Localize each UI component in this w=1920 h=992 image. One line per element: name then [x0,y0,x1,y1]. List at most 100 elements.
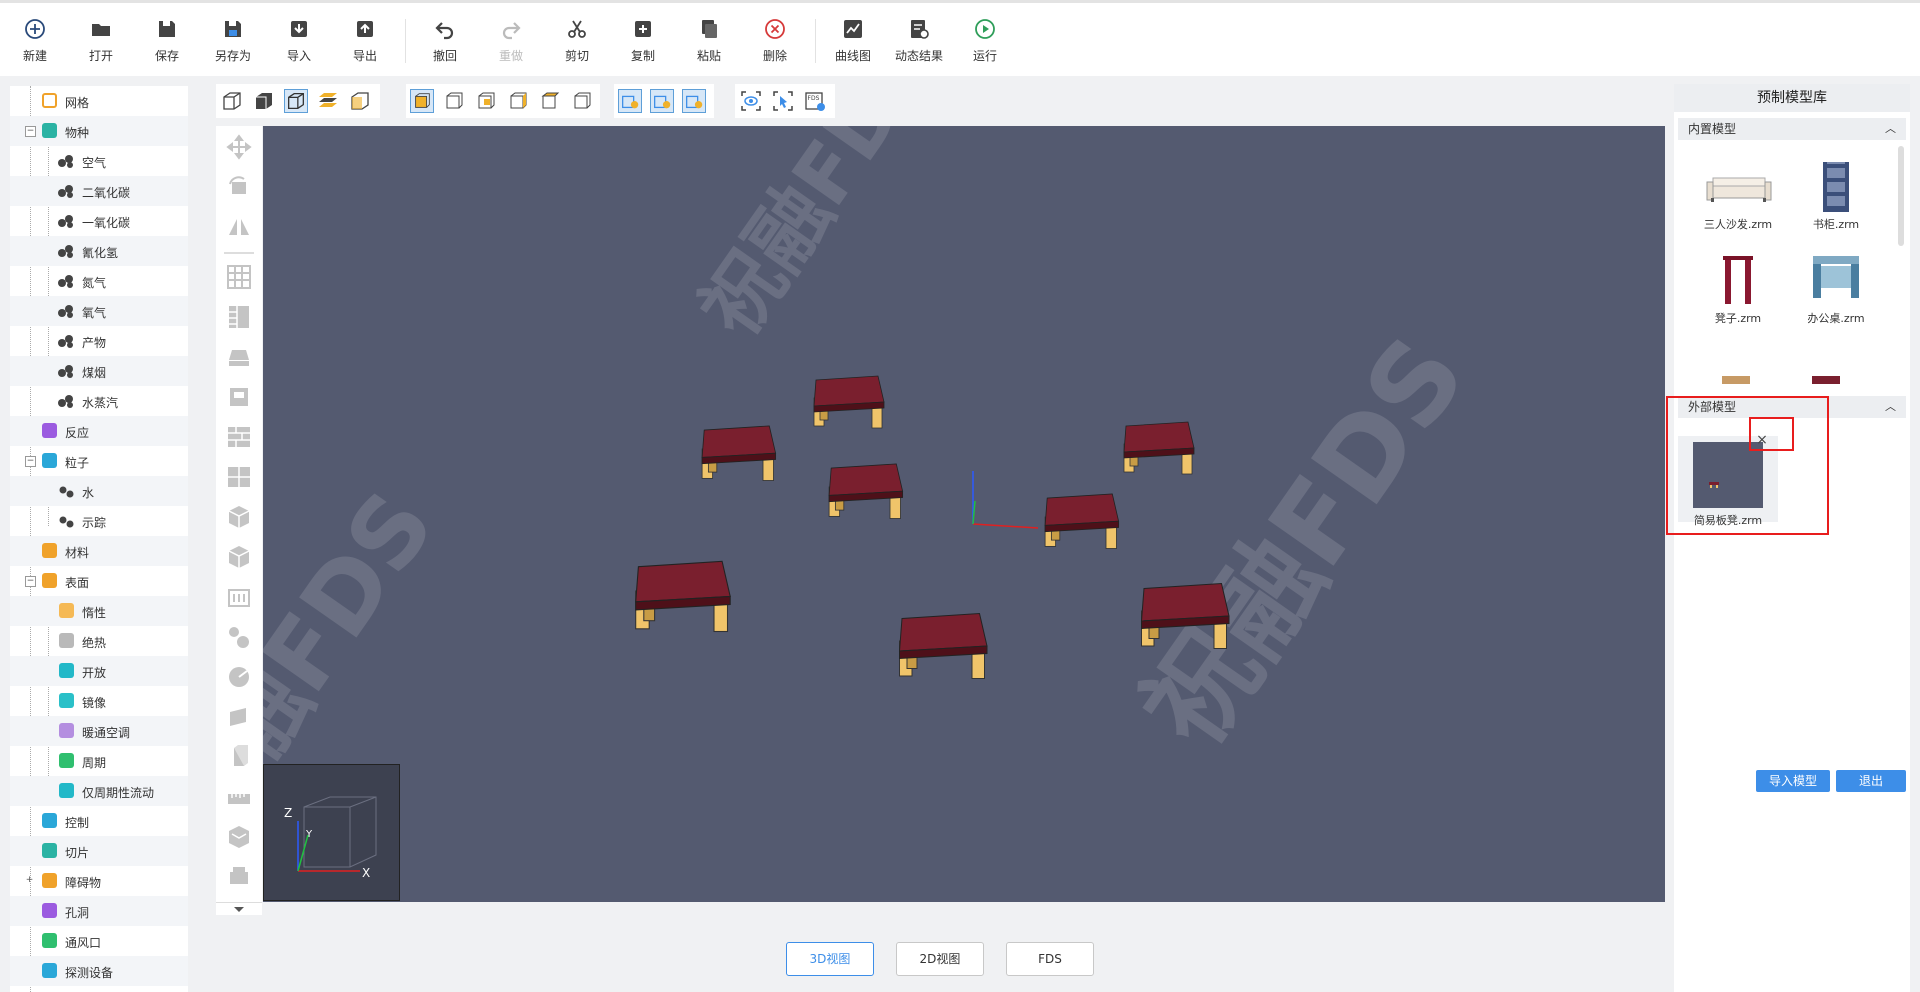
paste-button[interactable]: 粘贴 [677,17,741,64]
dynamic-result-button[interactable]: 动态结果 [887,17,951,64]
save-button[interactable]: 保存 [135,17,199,64]
solid-cube-icon[interactable] [252,89,276,113]
hole-box-icon[interactable] [224,542,254,572]
new-button[interactable]: 新建 [3,17,67,64]
tree-item-slice[interactable]: 切片 [10,836,188,866]
eye-frame-icon[interactable] [739,89,763,113]
tree-item-hole[interactable]: 孔洞 [10,896,188,926]
tree-item-open[interactable]: 开放 [10,656,188,686]
curve-chart-button[interactable]: 曲线图 [821,17,885,64]
undo-button[interactable]: 撤回 [413,17,477,64]
exit-button[interactable]: 退出 [1836,770,1906,792]
tree-item-species[interactable]: − 物种 [10,116,188,146]
stool-model[interactable] [899,613,988,679]
crate-tool-icon[interactable] [224,822,254,852]
collapse-icon[interactable]: − [25,456,36,467]
orientation-gizmo[interactable]: Z X Y [263,764,400,901]
tree-item-material[interactable]: 材料 [10,536,188,566]
tree-item-products[interactable]: 产物 [10,326,188,356]
back-view-icon[interactable] [442,89,466,113]
particles-tool-icon[interactable] [224,622,254,652]
redo-button[interactable]: 重做 [479,17,543,64]
tree-item-hvac[interactable]: 暖通空调 [10,716,188,746]
tree-item-control[interactable]: 控制 [10,806,188,836]
viewport-3d[interactable]: 祝融FDS 祝融FDS 祝融FDS [263,126,1665,902]
tree-item-mirror[interactable]: 镜像 [10,686,188,716]
import-button[interactable]: 导入 [267,17,331,64]
builtin-scrollbar[interactable] [1898,146,1904,246]
copy-button[interactable]: 复制 [611,17,675,64]
tab-3d-view[interactable]: 3D视图 [786,942,874,976]
bottom-view-icon[interactable] [570,89,594,113]
stool-model[interactable] [701,425,777,481]
open-button[interactable]: 打开 [69,17,133,64]
model-card-bookcase[interactable]: 书柜.zrm [1790,162,1882,232]
tree-item-water[interactable]: 水 [10,476,188,506]
save-as-button[interactable]: 另存为 [201,17,265,64]
rotate-icon[interactable] [224,172,254,202]
stool-model[interactable] [813,375,885,429]
tree-item-vent[interactable]: 通风口 [10,926,188,956]
fds-file-icon[interactable]: FDS [803,89,827,113]
stool-model[interactable] [828,463,904,519]
mirror-icon[interactable] [224,212,254,242]
delete-button[interactable]: 删除 [743,17,807,64]
move-icon[interactable] [224,132,254,162]
tree-item-tracer[interactable]: 示踪 [10,506,188,536]
layered-cube-icon[interactable] [316,89,340,113]
tree-item-inert[interactable]: 惰性 [10,596,188,626]
stool-model[interactable] [1141,583,1230,649]
tree-item-air[interactable]: 空气 [10,146,188,176]
light-cube-outline-icon[interactable] [682,89,706,113]
tree-item-mesh[interactable]: 网格 [10,86,188,116]
collapse-icon[interactable]: − [25,126,36,137]
tree-item-adiabatic[interactable]: 绝热 [10,626,188,656]
window-tool-icon[interactable] [224,462,254,492]
tab-2d-view[interactable]: 2D视图 [896,942,984,976]
tree-item-periodic[interactable]: 周期 [10,746,188,776]
expand-icon[interactable]: + [25,876,34,885]
cut-button[interactable]: 剪切 [545,17,609,64]
tree-item-soot[interactable]: 煤烟 [10,356,188,386]
run-button[interactable]: 运行 [953,17,1017,64]
tree-item-co2[interactable]: 二氧化碳 [10,176,188,206]
tree-item-obstruction[interactable]: + 障碍物 [10,866,188,896]
stool-model[interactable] [1123,421,1195,475]
wireframe-cube-icon[interactable] [220,89,244,113]
select-frame-icon[interactable] [771,89,795,113]
light-cube-icon[interactable] [618,89,642,113]
printer-tool-icon[interactable] [224,862,254,892]
slab-tool-icon[interactable] [224,342,254,372]
builtin-section-header[interactable]: 内置模型 ︿ [1678,118,1906,140]
model-card-stool[interactable]: 凳子.zrm [1692,256,1784,326]
tree-item-particles[interactable]: − 粒子 [10,446,188,476]
stool-model[interactable] [1044,493,1120,549]
tab-fds[interactable]: FDS [1006,942,1094,976]
tree-item-reaction[interactable]: 反应 [10,416,188,446]
top-view-icon[interactable] [538,89,562,113]
left-view-icon[interactable] [474,89,498,113]
collapse-icon[interactable]: − [25,576,36,587]
model-card-desk[interactable]: 办公桌.zrm [1790,256,1882,326]
door-tool-icon[interactable] [224,382,254,412]
brick-tool-icon[interactable] [224,422,254,452]
tree-item-oxygen[interactable]: 氧气 [10,296,188,326]
sprinkler-tool-icon[interactable] [224,662,254,692]
light-cube-alt-icon[interactable] [650,89,674,113]
outline-cube-icon[interactable] [284,89,308,113]
tree-item-nitrogen[interactable]: 氮气 [10,266,188,296]
plane-tool-icon[interactable] [224,702,254,732]
model-card-sofa[interactable]: 三人沙发.zrm [1692,162,1784,232]
box-tool-icon[interactable] [224,502,254,532]
cut-cube-icon[interactable] [348,89,372,113]
heater-tool-icon[interactable] [224,582,254,612]
tree-item-surface[interactable]: − 表面 [10,566,188,596]
ruler-tool-icon[interactable] [224,782,254,812]
export-button[interactable]: 导出 [333,17,397,64]
front-view-icon[interactable] [410,89,434,113]
toolbox-scroll-down[interactable] [216,902,262,915]
stool-model[interactable] [635,560,731,633]
tree-item-water-vapor[interactable]: 水蒸汽 [10,386,188,416]
tree-item-periodic-flow[interactable]: 仅周期性流动 [10,776,188,806]
tree-item-hcn[interactable]: 氰化氢 [10,236,188,266]
